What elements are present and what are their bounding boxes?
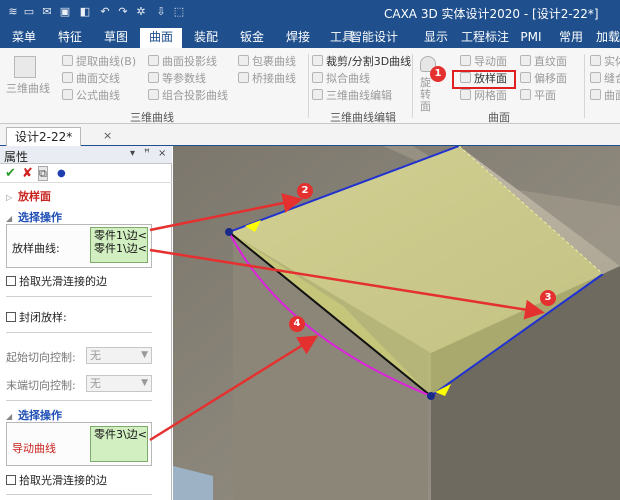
annotation-badge-3: 3 (540, 290, 556, 306)
annotation-arrow-3 (149, 248, 545, 320)
annotation-arrow-4 (149, 335, 319, 442)
annotation-badge-2: 2 (297, 183, 313, 199)
annotation-badge-1: 1 (430, 66, 446, 82)
annotation-overlay (149, 193, 545, 442)
annotation-badge-4: 4 (289, 316, 305, 332)
annotation-arrow-2 (149, 193, 303, 232)
